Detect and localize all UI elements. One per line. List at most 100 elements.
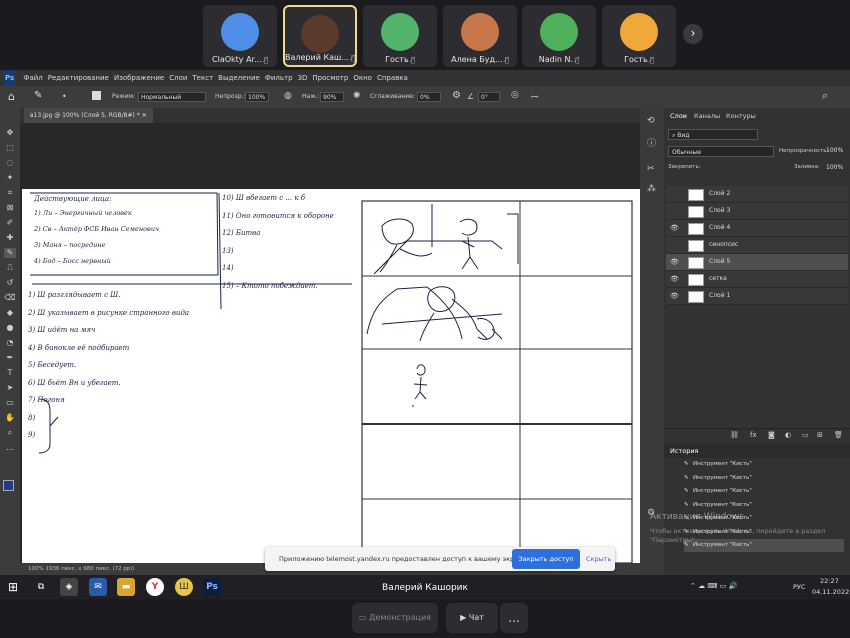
participant-tile[interactable]: Валерий Каш... 🎙̸: [283, 5, 357, 67]
menu-item[interactable]: Справка: [377, 70, 408, 86]
move-tool-icon[interactable]: ✥: [4, 128, 16, 138]
trash-icon[interactable]: 🗑: [834, 431, 843, 439]
shape-tool-icon[interactable]: ▭: [4, 398, 16, 408]
menu-item[interactable]: Редактирование: [48, 70, 109, 86]
participant-tile[interactable]: Гость 🎙̸: [363, 5, 437, 67]
opacity-field[interactable]: 100%: [245, 92, 269, 102]
layer-row[interactable]: Слой 2: [666, 186, 848, 203]
layer-row[interactable]: Слой 3: [666, 203, 848, 220]
document-tab[interactable]: в13.jpg @ 100% (Слой 5, RGB/8#) * ✕: [24, 108, 153, 123]
history-panel-icon[interactable]: ⟲: [647, 116, 655, 126]
menu-item[interactable]: Окно: [353, 70, 372, 86]
visibility-eye-icon[interactable]: 👁: [670, 224, 679, 232]
participant-tile[interactable]: Алена Буд... 🎙̸: [443, 5, 517, 67]
participant-tile[interactable]: Гость 🎙̸: [602, 5, 676, 67]
frame-tool-icon[interactable]: ⊠: [4, 203, 16, 213]
layer-row[interactable]: синопсис: [666, 237, 848, 254]
history-brush-icon[interactable]: ↺: [4, 278, 16, 288]
tab-layers[interactable]: Слои: [670, 112, 687, 120]
stop-sharing-button[interactable]: Закрыть доступ: [512, 549, 580, 569]
folder-icon[interactable]: ▭: [802, 431, 809, 439]
history-item[interactable]: ✎ Инструмент "Кисть": [684, 458, 844, 471]
menu-item[interactable]: Просмотр: [312, 70, 348, 86]
fx-icon[interactable]: fx: [750, 431, 757, 439]
layer-filter-select[interactable]: ⌕ Вид: [668, 129, 758, 140]
smoothing-field[interactable]: 0%: [417, 92, 441, 102]
healing-brush-icon[interactable]: ✚: [4, 233, 16, 243]
history-item[interactable]: ✎ Инструмент "Кисть": [684, 472, 844, 485]
menu-item[interactable]: Выделение: [218, 70, 260, 86]
tab-paths[interactable]: Контуры: [726, 112, 756, 120]
stamp-tool-icon[interactable]: ⎍: [4, 263, 16, 273]
eraser-tool-icon[interactable]: ⌫: [4, 293, 16, 303]
fill-field[interactable]: 100%: [826, 164, 843, 171]
layer-row[interactable]: 👁 Слой 4: [666, 220, 848, 237]
pen-tool-icon[interactable]: ✒: [4, 353, 16, 363]
opacity-field[interactable]: 100%: [826, 147, 843, 154]
chat-button[interactable]: ▶ Чат: [446, 603, 498, 633]
search-icon[interactable]: ⌕: [822, 89, 828, 103]
layer-row[interactable]: 👁 Слой 5: [666, 254, 848, 271]
history-item[interactable]: ✎ Инструмент "Кисть": [684, 485, 844, 498]
visibility-eye-icon[interactable]: [670, 207, 678, 215]
menu-item[interactable]: Текст: [192, 70, 213, 86]
foreground-color-swatch[interactable]: [3, 480, 14, 491]
path-select-icon[interactable]: ➤: [4, 383, 16, 393]
document-canvas[interactable]: Действующие лица: 1) Ли – Энергичный чел…: [22, 189, 640, 563]
lasso-tool-icon[interactable]: ◌: [4, 158, 16, 168]
menu-item[interactable]: 3D: [298, 70, 308, 86]
layer-row[interactable]: 👁 сетка: [666, 271, 848, 288]
pressure-field[interactable]: 90%: [320, 92, 344, 102]
angle-field[interactable]: 0°: [478, 92, 500, 102]
participant-tile[interactable]: ClaOkty Ar... 🎙̸: [203, 5, 277, 67]
pressure-opacity-icon[interactable]: ◍: [284, 91, 292, 101]
history-title[interactable]: История: [670, 447, 698, 455]
crop-tool-icon[interactable]: ⌗: [4, 188, 16, 198]
close-tab-icon[interactable]: ✕: [142, 112, 147, 119]
quick-select-icon[interactable]: ✦: [4, 173, 16, 183]
type-tool-icon[interactable]: T: [4, 368, 16, 378]
history-item[interactable]: ✎ Инструмент "Кисть": [684, 499, 844, 512]
layer-row[interactable]: 👁 Слой 1: [666, 288, 848, 305]
bucket-tool-icon[interactable]: ◆: [4, 308, 16, 318]
more-tools-icon[interactable]: …: [4, 443, 16, 453]
blur-tool-icon[interactable]: ●: [4, 323, 16, 333]
hide-notification-button[interactable]: Скрыть: [586, 555, 611, 563]
visibility-eye-icon[interactable]: [670, 190, 678, 198]
eyedropper-icon[interactable]: ✐: [4, 218, 16, 228]
brush-preset-icon[interactable]: ✎: [34, 90, 42, 101]
canvas-area[interactable]: Действующие лица: 1) Ли – Энергичный чел…: [20, 123, 640, 563]
visibility-eye-icon[interactable]: 👁: [670, 292, 679, 300]
tab-channels[interactable]: Каналы: [694, 112, 720, 120]
hand-tool-icon[interactable]: ✋: [4, 413, 16, 423]
symmetry-icon[interactable]: ꟷ: [531, 90, 538, 103]
zoom-tool-icon[interactable]: ⌕: [4, 428, 16, 438]
visibility-eye-icon[interactable]: 👁: [670, 275, 679, 283]
visibility-eye-icon[interactable]: [670, 241, 678, 249]
info-icon[interactable]: ⓘ: [647, 136, 656, 149]
adjustment-icon[interactable]: ◐: [785, 431, 791, 439]
next-participants-button[interactable]: ›: [683, 24, 703, 44]
mode-select[interactable]: Нормальный: [138, 92, 206, 102]
new-layer-icon[interactable]: ⊞: [817, 431, 823, 439]
participant-tile[interactable]: Nadin N. 🎙̸: [522, 5, 596, 67]
menu-item[interactable]: Фильтр: [265, 70, 293, 86]
link-layers-icon[interactable]: ⛓: [730, 431, 739, 439]
dodge-tool-icon[interactable]: ◔: [4, 338, 16, 348]
airbrush-icon[interactable]: ✺: [353, 91, 361, 101]
mask-icon[interactable]: ◙: [768, 431, 775, 439]
visibility-eye-icon[interactable]: 👁: [670, 258, 679, 266]
blend-mode-select[interactable]: Обычные: [668, 146, 774, 157]
brush-tool-icon[interactable]: ✎: [4, 248, 16, 258]
demo-button[interactable]: ▭ Демонстрация: [352, 603, 438, 633]
home-icon[interactable]: ⌂: [8, 90, 15, 103]
menu-item[interactable]: Файл: [23, 70, 42, 86]
menu-item[interactable]: Слои: [169, 70, 187, 86]
more-button[interactable]: ...: [500, 603, 528, 633]
pressure-size-icon[interactable]: ◎: [511, 90, 519, 100]
brushes-icon[interactable]: ⁂: [647, 184, 656, 194]
ps-app-icon[interactable]: Ps: [3, 70, 17, 86]
tools-preset-icon[interactable]: ✂: [647, 164, 655, 174]
brush-panel-icon[interactable]: [92, 91, 101, 100]
settings-gear-icon[interactable]: ⚙: [452, 90, 461, 101]
